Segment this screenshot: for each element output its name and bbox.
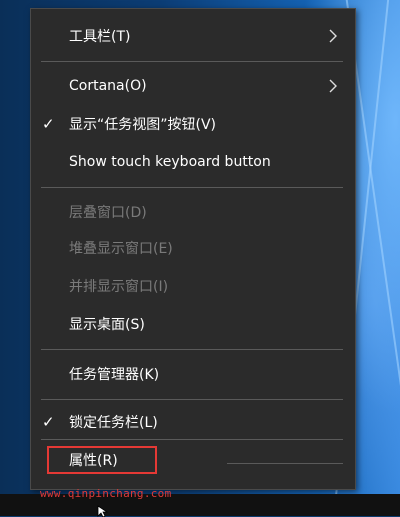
menu-item-label: 显示“任务视图”按钮(V) (69, 117, 217, 133)
menu-item-stacked-windows: 堆叠显示窗口(E) (31, 232, 355, 264)
menu-separator (41, 61, 343, 62)
menu-item-label: Show touch keyboard button (69, 154, 271, 170)
chevron-right-icon (329, 29, 337, 43)
menu-item-label: Cortana(O) (69, 78, 147, 94)
watermark-url: www.qinpinchang.com (40, 487, 172, 500)
menu-item-show-task-view-button[interactable]: ✓ 显示“任务视图”按钮(V) (31, 108, 355, 140)
menu-item-task-manager[interactable]: 任务管理器(K) (31, 358, 355, 390)
menu-item-show-desktop[interactable]: 显示桌面(S) (31, 308, 355, 340)
menu-item-side-by-side-windows: 并排显示窗口(I) (31, 270, 355, 302)
menu-separator (41, 187, 343, 188)
mouse-cursor-icon (97, 505, 109, 517)
menu-item-label: 并排显示窗口(I) (69, 279, 169, 295)
menu-item-label: 锁定任务栏(L) (69, 415, 158, 431)
menu-item-show-touch-keyboard-button[interactable]: Show touch keyboard button (31, 146, 355, 178)
checkmark-icon: ✓ (42, 115, 55, 133)
red-highlight-box (47, 446, 157, 474)
menu-separator (227, 463, 343, 464)
menu-item-toolbars[interactable]: 工具栏(T) (31, 20, 355, 52)
menu-item-label: 显示桌面(S) (69, 317, 145, 333)
menu-item-label: 工具栏(T) (69, 29, 131, 45)
menu-item-cortana[interactable]: Cortana(O) (31, 70, 355, 102)
menu-separator (41, 439, 343, 440)
chevron-right-icon (329, 79, 337, 93)
menu-separator (41, 349, 343, 350)
menu-item-label: 任务管理器(K) (69, 367, 160, 383)
menu-item-cascade-windows: 层叠窗口(D) (31, 196, 355, 228)
menu-item-label: 层叠窗口(D) (69, 205, 147, 221)
menu-item-label: 堆叠显示窗口(E) (69, 241, 173, 257)
menu-separator (41, 399, 343, 400)
menu-item-lock-taskbar[interactable]: ✓ 锁定任务栏(L) (31, 406, 355, 438)
checkmark-icon: ✓ (42, 413, 55, 431)
taskbar-context-menu: 工具栏(T) Cortana(O) ✓ 显示“任务视图”按钮(V) Show t… (30, 8, 356, 490)
